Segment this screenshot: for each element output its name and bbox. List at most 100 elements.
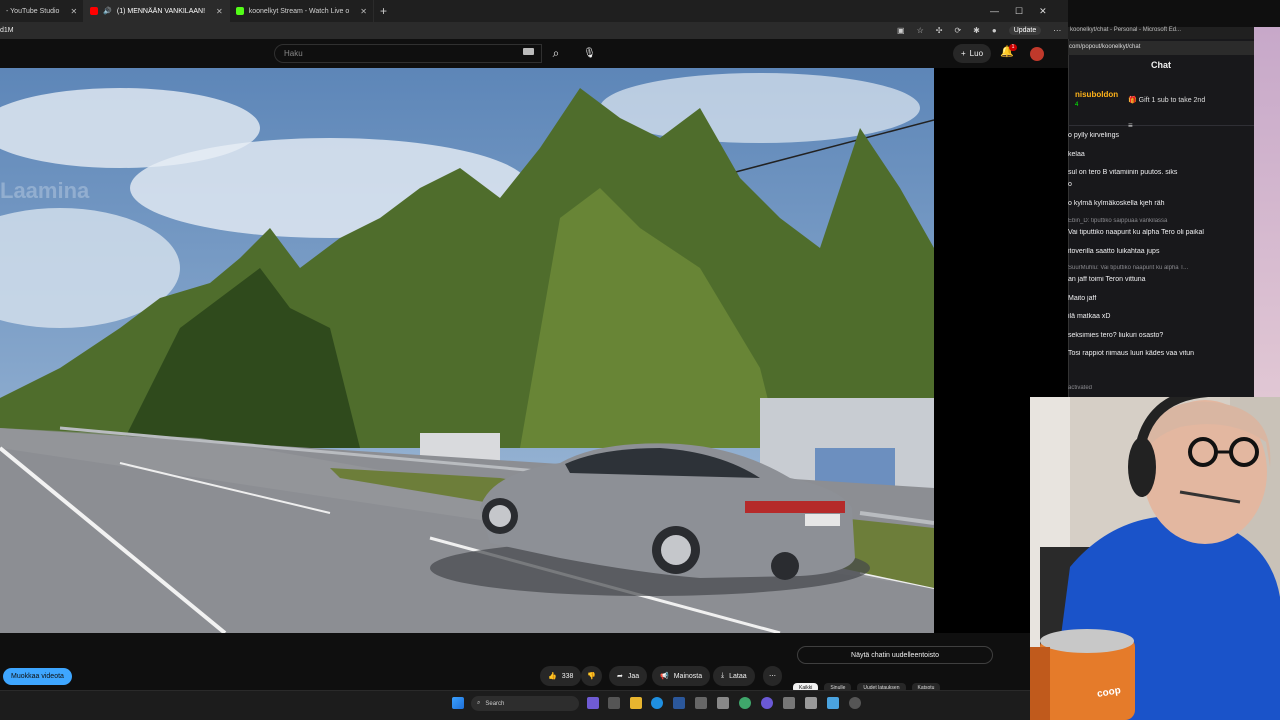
close-icon[interactable]: ✕: [360, 7, 367, 16]
discord-icon[interactable]: [761, 697, 773, 709]
chat-message: itoverilla saatto luikahtaa jups: [1068, 248, 1160, 255]
gift-sub-button[interactable]: 🎁 Gift 1 sub to take 2nd: [1128, 96, 1205, 104]
search-button[interactable]: ⌕: [544, 43, 568, 64]
app-obs-icon[interactable]: [849, 697, 861, 709]
maximize-icon[interactable]: ☐: [1015, 6, 1023, 17]
thumbs-down-icon: 👎: [587, 673, 596, 680]
keyboard-icon[interactable]: [523, 48, 534, 55]
chat-url-bar[interactable]: com/popout/koonelkyt/chat: [1068, 41, 1254, 55]
update-button[interactable]: Update: [1008, 26, 1042, 35]
browser-extensions: ▣ ☆ ✣ ⟳ ✱ ● Update ⋯ ◉: [897, 22, 1080, 39]
download-icon: ⤓: [721, 672, 725, 679]
browser-tab-strip: - YouTube Studio ✕ 🔊 (1) MENNÄÄN VANKILA…: [0, 0, 1068, 22]
close-window-icon[interactable]: ✕: [1039, 6, 1047, 17]
edge-icon[interactable]: [651, 697, 663, 709]
close-icon[interactable]: ✕: [216, 7, 223, 16]
chat-message: o: [1068, 181, 1072, 188]
browser-icon[interactable]: [739, 697, 751, 709]
app-x-icon[interactable]: [805, 697, 817, 709]
chat-replay-button[interactable]: Näytä chatin uudelleentoisto: [797, 646, 993, 664]
taskbar-search[interactable]: ⌕ Search: [471, 696, 579, 711]
chat-message: ilä matkaa xD: [1068, 313, 1111, 320]
gift-icon: 🎁: [1128, 97, 1137, 104]
create-label: Luo: [969, 49, 984, 58]
plus-icon: +: [961, 49, 966, 58]
chat-message: sul on tero B vitamiinin puutos. siks: [1068, 169, 1178, 176]
kick-favicon-icon: [235, 7, 244, 15]
avatar[interactable]: [1030, 47, 1044, 61]
chat-message: an jaff toimi Teron vittuna: [1068, 276, 1146, 283]
mic-button[interactable]: 🎙: [579, 43, 600, 64]
filter-icon[interactable]: ≡: [1128, 121, 1133, 130]
chat-window-title: koonelkyt/chat - Personal - Microsoft Ed…: [1068, 27, 1254, 39]
chat-message: seksimies tero? liukuri osasto?: [1068, 332, 1164, 339]
refresh-icon[interactable]: ⟳: [954, 26, 961, 35]
pinned-username[interactable]: nisuboldon: [1075, 90, 1118, 99]
puzzle-icon[interactable]: ✱: [973, 26, 980, 35]
download-label: Lataa: [729, 672, 747, 680]
video-player[interactable]: Laamina: [0, 68, 934, 633]
chat-popout-window: [1068, 27, 1254, 397]
windows-start-icon[interactable]: [452, 697, 464, 709]
dislike-button[interactable]: 👎: [581, 666, 602, 686]
tab-label: - YouTube Studio: [6, 7, 60, 15]
app-doc-icon[interactable]: [695, 697, 707, 709]
share-label: Jaa: [627, 672, 640, 680]
more-icon[interactable]: ⋯: [1053, 26, 1061, 35]
new-tab-icon[interactable]: +: [374, 4, 393, 18]
chat-reply-context: SuurMuhlu: Vai tiputtiko naapurit ku alp…: [1068, 265, 1189, 271]
task-view-icon[interactable]: [608, 697, 620, 709]
desktop-background: [1254, 27, 1280, 397]
chat-message: kelaa: [1068, 151, 1085, 158]
chat-reply-context: Ebin_D: tiputtiko saippuaa vankilassa: [1068, 218, 1168, 224]
like-count: 338: [561, 672, 574, 680]
search-input[interactable]: Haku: [274, 44, 542, 63]
taskbar-search-label: Search: [485, 700, 505, 707]
extension-icon[interactable]: ✣: [936, 26, 943, 35]
tab-label: (1) MENNÄÄN VANKILAAN!: [116, 7, 206, 15]
download-button[interactable]: ⤓ Lataa: [713, 666, 755, 686]
webcam-frame: [1030, 397, 1280, 720]
promote-label: Mainosta: [673, 672, 703, 680]
thumbs-up-icon: 👍: [548, 673, 557, 680]
close-icon[interactable]: ✕: [70, 7, 77, 16]
video-frame: [0, 68, 934, 633]
chat-message: Tosi rappiot riimaus luuri kädes vaa vit…: [1068, 350, 1195, 357]
chat-heading: Chat: [1151, 60, 1171, 70]
share-button[interactable]: ➦ Jaa: [609, 666, 648, 686]
create-button[interactable]: + Luo: [953, 44, 992, 63]
minimize-icon[interactable]: —: [990, 6, 999, 16]
app-calc-icon[interactable]: [717, 697, 729, 709]
teams-icon[interactable]: [587, 697, 599, 709]
edit-video-button[interactable]: Muokkaa videota: [3, 668, 72, 685]
tab-youtube-studio[interactable]: - YouTube Studio ✕: [0, 0, 85, 22]
more-actions-button[interactable]: ⋯: [763, 666, 782, 686]
profile-icon[interactable]: ●: [992, 26, 997, 35]
youtube-favicon-icon: [90, 7, 99, 15]
gift-label: Gift 1 sub to take 2nd: [1138, 97, 1206, 104]
like-button[interactable]: 👍 338: [540, 666, 582, 686]
chat-status: activated: [1068, 385, 1093, 391]
app-icon[interactable]: ▣: [897, 26, 905, 35]
star-icon[interactable]: ☆: [917, 26, 924, 35]
tab-video[interactable]: 🔊 (1) MENNÄÄN VANKILAAN! ✕: [84, 0, 230, 22]
pinned-count: 4: [1075, 102, 1079, 108]
speaker-icon: 🔊: [103, 8, 112, 15]
youtube-header: Haku ⌕ 🎙 + Luo 🔔 1: [0, 39, 1068, 68]
chat-message: Vai tiputtiko naapurit ku alpha Tero oli…: [1068, 229, 1204, 236]
window-controls: — ☐ ✕: [990, 0, 1047, 22]
chat-message: o kylmä kylmäkoskella kjeh räh: [1068, 200, 1165, 207]
promote-button[interactable]: 📢 Mainosta: [652, 666, 711, 686]
tab-stream[interactable]: koonelkyt Stream - Watch Live o ✕: [230, 0, 374, 22]
app-tool-icon[interactable]: [783, 697, 795, 709]
microphone-icon: 🎙: [583, 48, 596, 59]
chat-message: o pylly kirvelings: [1068, 132, 1119, 139]
more-icon: ⋯: [769, 673, 776, 680]
search-icon: ⌕: [552, 46, 560, 60]
megaphone-icon: 📢: [660, 673, 669, 680]
search-icon: ⌕: [477, 700, 481, 706]
file-explorer-icon[interactable]: [630, 697, 642, 709]
address-text: d1M: [0, 27, 14, 34]
app-monitor-icon[interactable]: [827, 697, 839, 709]
app-l-icon[interactable]: [673, 697, 685, 709]
